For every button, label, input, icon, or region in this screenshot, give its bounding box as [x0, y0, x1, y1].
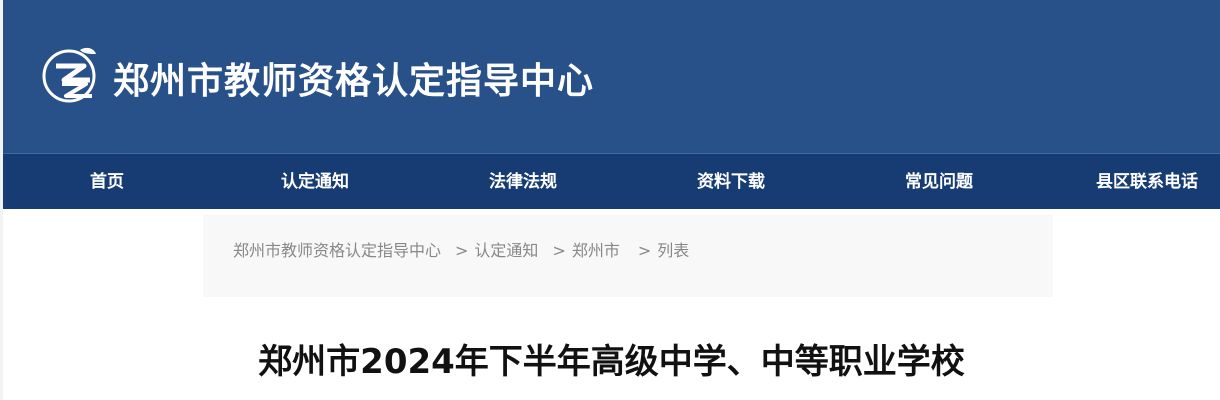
breadcrumb-item-zhengzhou[interactable]: 郑州市 [572, 241, 620, 260]
nav-item-downloads[interactable]: 资料下载 [627, 154, 835, 209]
breadcrumb-container: 郑州市教师资格认定指导中心 > 认定通知 > 郑州市 > 列表 [203, 215, 1053, 297]
main-content: 郑州市教师资格认定指导中心 > 认定通知 > 郑州市 > 列表 郑州市2024年下半年高级中… [3, 209, 1220, 400]
breadcrumb-item-home[interactable]: 郑州市教师资格认定指导中心 [233, 241, 441, 260]
main-nav: 首页 认定通知 法律法规 资料下载 常见问题 县区联系电话 [3, 153, 1220, 209]
breadcrumb-item-notices[interactable]: 认定通知 [474, 241, 538, 260]
breadcrumb-item-list[interactable]: 列表 [657, 241, 689, 260]
nav-item-home[interactable]: 首页 [3, 154, 211, 209]
breadcrumb-separator: > [637, 241, 652, 260]
breadcrumb-separator: > [455, 241, 469, 260]
site-title: 郑州市教师资格认定指导中心 [113, 61, 595, 102]
article-title: 郑州市2024年下半年高级中学、中等职业学校 [258, 342, 965, 382]
zz-logo-icon[interactable] [40, 44, 102, 104]
breadcrumb: 郑州市教师资格认定指导中心 > 认定通知 > 郑州市 > 列表 [223, 239, 723, 263]
site-header: 郑州市教师资格认定指导中心 [3, 0, 1220, 153]
nav-item-laws[interactable]: 法律法规 [419, 154, 627, 209]
breadcrumb-separator: > [552, 241, 566, 260]
nav-item-district-phones[interactable]: 县区联系电话 [1043, 154, 1220, 209]
nav-item-faq[interactable]: 常见问题 [835, 154, 1043, 209]
nav-item-notices[interactable]: 认定通知 [211, 154, 419, 209]
